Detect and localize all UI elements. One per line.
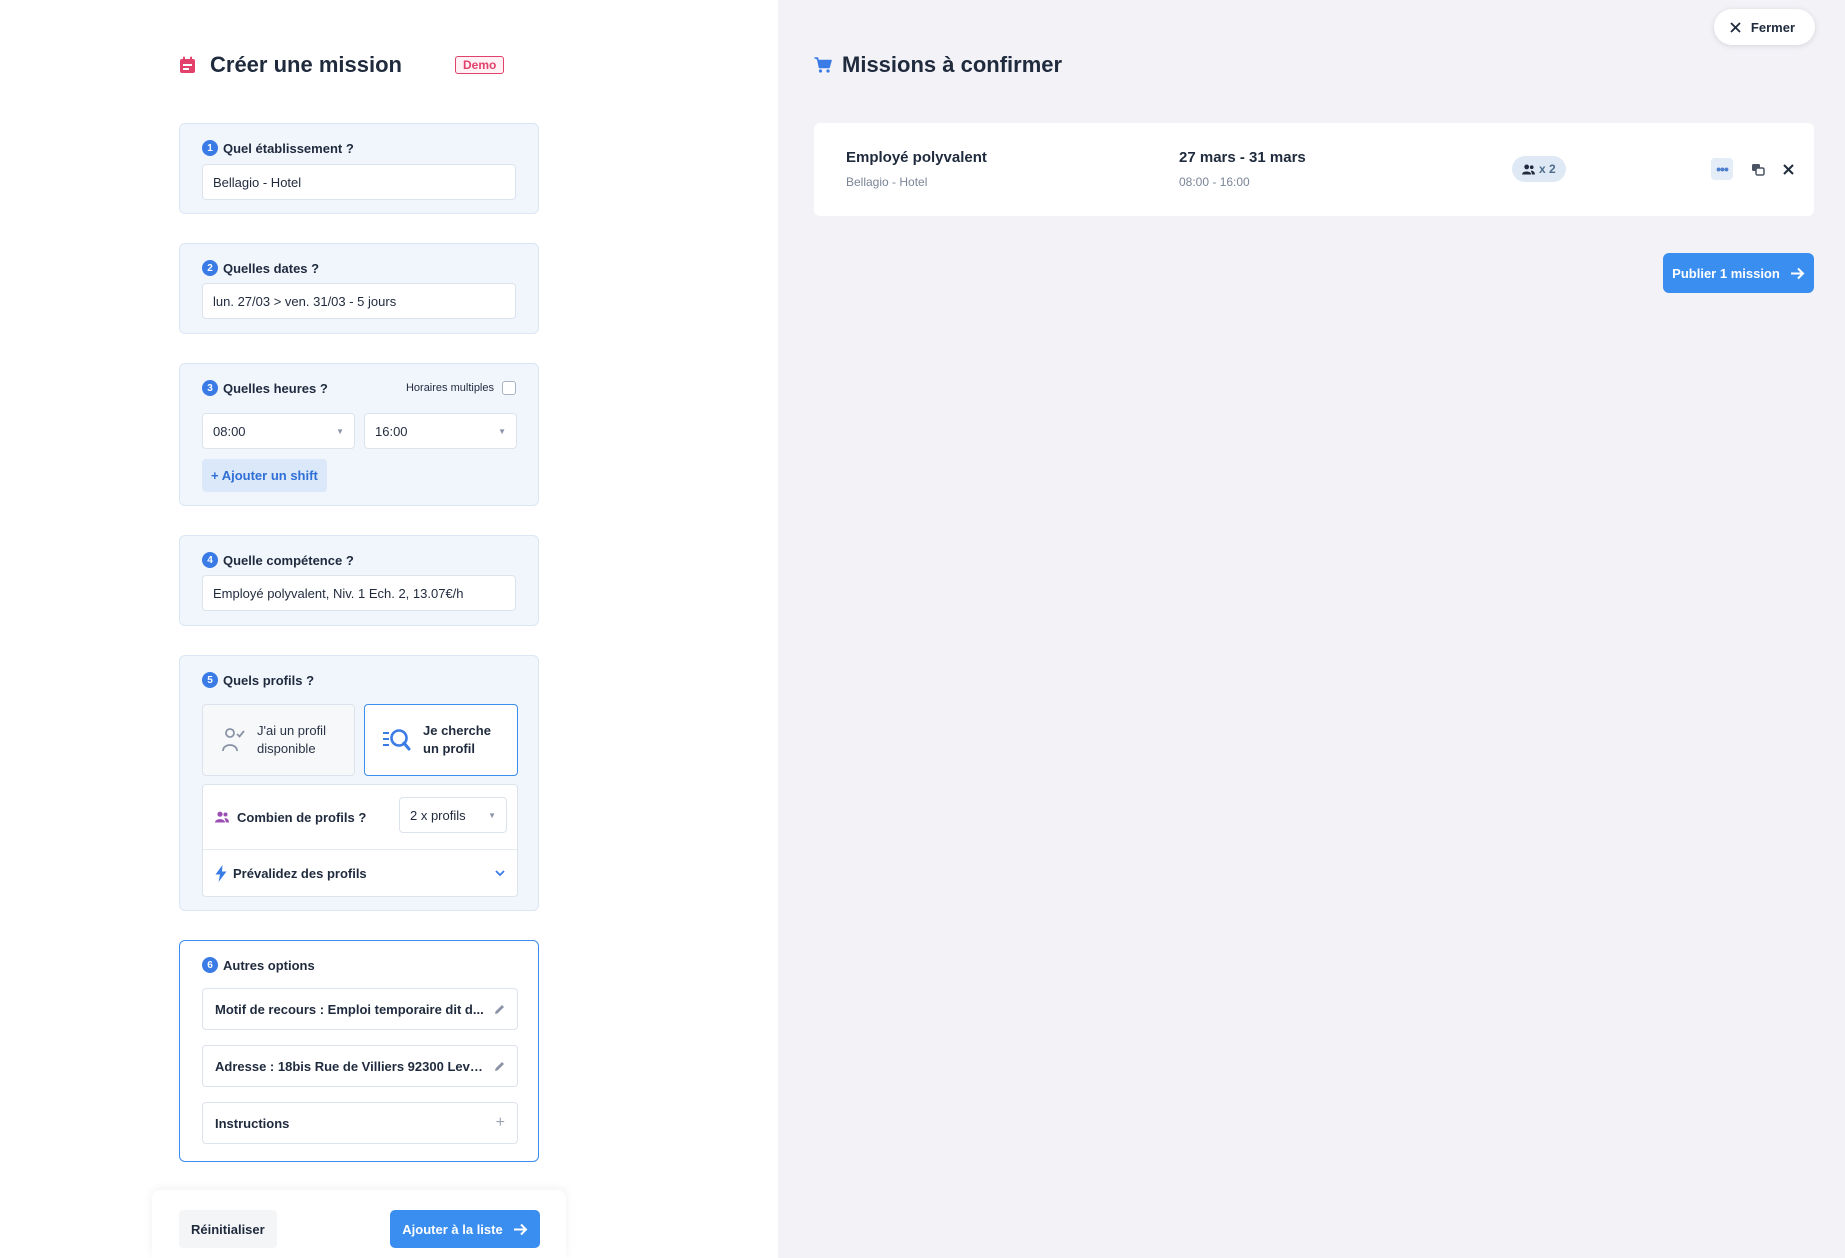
pencil-icon [495,1061,504,1071]
add-to-list-label: Ajouter à la liste [402,1221,503,1237]
caret-down-icon: ▼ [498,426,506,436]
motif-option[interactable]: Motif de recours : Emploi temporaire dit… [202,988,518,1030]
dates-picker[interactable]: lun. 27/03 > ven. 31/03 - 5 jours [202,283,516,319]
search-profile-icon [383,729,411,751]
end-time-select[interactable]: 16:00 ▼ [364,413,517,449]
mission-place: Bellagio - Hotel [846,175,928,189]
close-button[interactable]: Fermer [1713,9,1815,45]
profile-option-search-line1: Je cherche [423,723,491,738]
close-icon [1730,21,1741,33]
prevalidate-row[interactable]: Prévalidez des profils [203,850,517,897]
profiles-subpanel: Combien de profils ? 2 x profils ▼ Préval… [202,784,518,897]
motif-text: Motif de recours : Emploi temporaire dit… [215,1001,484,1017]
profile-option-search[interactable]: Je cherche un profil [364,704,518,776]
delete-mission-button[interactable] [1777,158,1799,180]
multi-hours-checkbox[interactable] [502,381,516,395]
mission-title: Employé polyvalent [846,149,987,166]
missions-title: Missions à confirmer [842,52,1063,77]
profile-option-search-line2: un profil [423,741,475,756]
create-mission-panel: Créer une mission Demo 1 Quel établisseme… [0,0,778,1258]
profile-count-select[interactable]: 2 x profils ▼ [399,797,507,833]
caret-down-icon: ▼ [488,810,496,820]
profile-count-label: Combien de profils ? [237,809,367,825]
close-label: Fermer [1750,19,1795,35]
mission-hours: 08:00 - 16:00 [1179,175,1250,189]
skill-select[interactable]: Employé polyvalent, Niv. 1 Ech. 2, 13.07… [202,575,516,611]
bolt-icon [215,865,227,882]
profile-option-available-line2: disponible [257,741,316,756]
address-text: Adresse : 18bis Rue de Villiers 92300 Le… [215,1058,487,1074]
copy-icon[interactable] [1747,158,1769,180]
mission-count-text: x 2 [1539,162,1556,176]
add-to-list-button[interactable]: Ajouter à la liste [390,1210,540,1248]
multi-hours-label: Horaires multiples [405,382,494,394]
step-number: 5 [202,672,218,688]
step-number: 4 [202,552,218,568]
step-label: Quelle compétence ? [223,552,354,568]
user-check-icon [222,728,245,752]
publish-label: Publier 1 mission [1672,265,1780,281]
mission-dates: 27 mars - 31 mars [1179,149,1306,166]
step-number: 1 [202,140,218,156]
calendar-icon [180,56,195,73]
step-label: Quels profils ? [223,672,315,688]
step-number: 2 [202,260,218,276]
profile-count-value: 2 x profils [410,807,466,823]
reset-button[interactable]: Réinitialiser [179,1210,277,1248]
end-time-value: 16:00 [375,423,408,439]
close-icon [1782,163,1794,175]
profile-option-available-line1: J'ai un profil [257,723,326,738]
pencil-icon [495,1004,504,1014]
step-profiles: 5 Quels profils ? J'ai un profil disponibl… [179,655,539,911]
start-time-value: 08:00 [213,423,246,439]
address-option[interactable]: Adresse : 18bis Rue de Villiers 92300 Le… [202,1045,518,1087]
establishment-select[interactable]: Bellagio - Hotel [202,164,516,200]
plus-icon: + [495,1114,505,1131]
publish-button[interactable]: Publier 1 mission [1663,253,1814,293]
step-dates: 2 Quelles dates ? lun. 27/03 > ven. 31/03… [179,243,539,334]
mission-card: Employé polyvalent Bellagio - Hotel 27 m… [814,123,1814,216]
create-mission-header: Créer une mission [179,52,402,78]
cart-icon [814,57,832,73]
step-other-options: 6 Autres options Motif de recours : Emplo… [179,940,539,1162]
step-number: 6 [202,957,218,973]
step-label: Autres options [223,957,315,973]
missions-header: Missions à confirmer [814,52,1062,78]
step-label: Quelles heures ? [223,380,328,396]
page-title: Créer une mission [210,52,402,77]
step-hours: 3 Quelles heures ? Horaires multiples 08:… [179,363,539,506]
chevron-down-icon [495,870,505,877]
arrow-right-icon [513,1223,528,1235]
users-icon [215,811,229,823]
form-footer: Réinitialiser Ajouter à la liste [152,1190,566,1258]
instructions-option[interactable]: Instructions + [202,1102,518,1144]
missions-to-confirm-panel: Fermer Missions à confirmer Employé poly… [778,0,1845,1258]
add-shift-button[interactable]: + Ajouter un shift [202,459,327,492]
profile-option-available[interactable]: J'ai un profil disponible [202,704,355,776]
more-icon[interactable]: ••• [1711,158,1733,180]
step-establishment: 1 Quel établissement ? Bellagio - Hotel [179,123,539,214]
caret-down-icon: ▼ [336,426,344,436]
prevalidate-label: Prévalidez des profils [233,866,367,881]
step-skill: 4 Quelle compétence ? Employé polyvalent,… [179,535,539,626]
start-time-select[interactable]: 08:00 ▼ [202,413,355,449]
mission-profile-count: x 2 [1512,156,1566,182]
step-label: Quel établissement ? [223,140,354,156]
arrow-right-icon [1790,267,1805,279]
users-icon [1522,164,1535,175]
step-number: 3 [202,380,218,396]
demo-badge: Demo [455,56,505,74]
instructions-text: Instructions [215,1115,290,1131]
step-label: Quelles dates ? [223,260,320,276]
